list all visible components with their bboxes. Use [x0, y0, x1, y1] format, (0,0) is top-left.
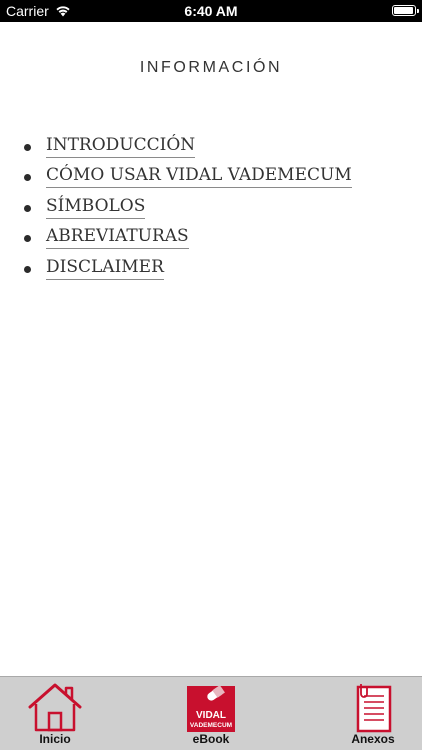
bullet-icon: [24, 235, 31, 243]
tab-inicio[interactable]: Inicio: [0, 679, 110, 749]
tab-label: Anexos: [351, 732, 395, 746]
home-icon: [28, 683, 82, 732]
notebook-icon: [356, 684, 392, 733]
list-item: SÍMBOLOS: [24, 195, 352, 225]
tab-label: Inicio: [39, 732, 71, 746]
link-simbolos[interactable]: SÍMBOLOS: [46, 195, 146, 219]
logo-text-vademecum: VADEMECUM: [190, 722, 232, 729]
link-como-usar[interactable]: CÓMO USAR VIDAL VADEMECUM: [46, 164, 352, 189]
page-title: INFORMACIÓN: [139, 59, 283, 76]
list-item: INTRODUCCIÓN: [24, 134, 352, 164]
battery-icon: [392, 5, 419, 16]
bullet-icon: [24, 265, 31, 273]
bullet-icon: [24, 174, 31, 182]
bullet-icon: [24, 204, 31, 212]
tab-label: eBook: [192, 732, 230, 746]
tab-bar: Inicio VIDAL VADEMECUM eBook Anexos: [0, 676, 422, 750]
status-bar: Carrier 6:40 AM: [0, 0, 422, 22]
vidal-vademecum-logo: VIDAL VADEMECUM: [187, 685, 235, 732]
information-link-list: INTRODUCCIÓN CÓMO USAR VIDAL VADEMECUM S…: [24, 134, 352, 286]
status-time: 6:40 AM: [184, 3, 238, 19]
tab-anexos[interactable]: Anexos: [318, 679, 422, 749]
link-disclaimer[interactable]: DISCLAIMER: [46, 256, 164, 280]
tab-ebook[interactable]: VIDAL VADEMECUM eBook: [156, 679, 266, 749]
list-item: ABREVIATURAS: [24, 225, 352, 255]
link-abreviaturas[interactable]: ABREVIATURAS: [46, 225, 189, 250]
list-item: CÓMO USAR VIDAL VADEMECUM: [24, 164, 352, 194]
list-item: DISCLAIMER: [24, 256, 352, 286]
bullet-icon: [24, 144, 31, 151]
logo-text-vidal: VIDAL: [196, 710, 226, 721]
link-introduccion[interactable]: INTRODUCCIÓN: [46, 134, 196, 158]
